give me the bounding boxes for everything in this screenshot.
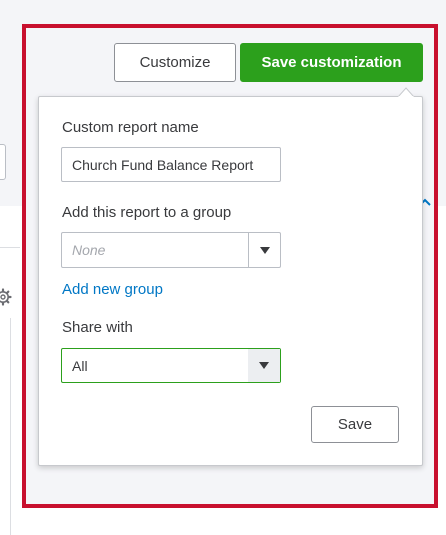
background-divider xyxy=(0,247,20,248)
gear-icon[interactable] xyxy=(0,288,12,306)
add-new-group-link[interactable]: Add new group xyxy=(62,281,163,298)
triangle-down-icon xyxy=(259,362,269,369)
group-label: Add this report to a group xyxy=(62,204,232,221)
background-panel-edge xyxy=(0,318,11,535)
customize-button[interactable]: Customize xyxy=(114,43,236,82)
report-name-label: Custom report name xyxy=(62,119,199,136)
background-input-fragment xyxy=(0,144,6,180)
screenshot-page: Customize Save customization Custom repo… xyxy=(0,0,446,535)
group-select-caret[interactable] xyxy=(248,233,280,267)
share-with-select[interactable]: All xyxy=(61,348,281,383)
group-select[interactable]: None xyxy=(61,232,281,268)
share-with-select-caret[interactable] xyxy=(248,349,280,382)
popover-arrow xyxy=(398,87,414,97)
share-with-label: Share with xyxy=(62,319,133,336)
save-button[interactable]: Save xyxy=(311,406,399,443)
report-name-input[interactable] xyxy=(61,147,281,182)
group-select-placeholder: None xyxy=(72,242,106,258)
share-with-value: All xyxy=(72,357,88,374)
save-customization-button[interactable]: Save customization xyxy=(240,43,423,82)
triangle-down-icon xyxy=(259,246,270,254)
save-customization-popover: Custom report name Add this report to a … xyxy=(38,96,423,466)
